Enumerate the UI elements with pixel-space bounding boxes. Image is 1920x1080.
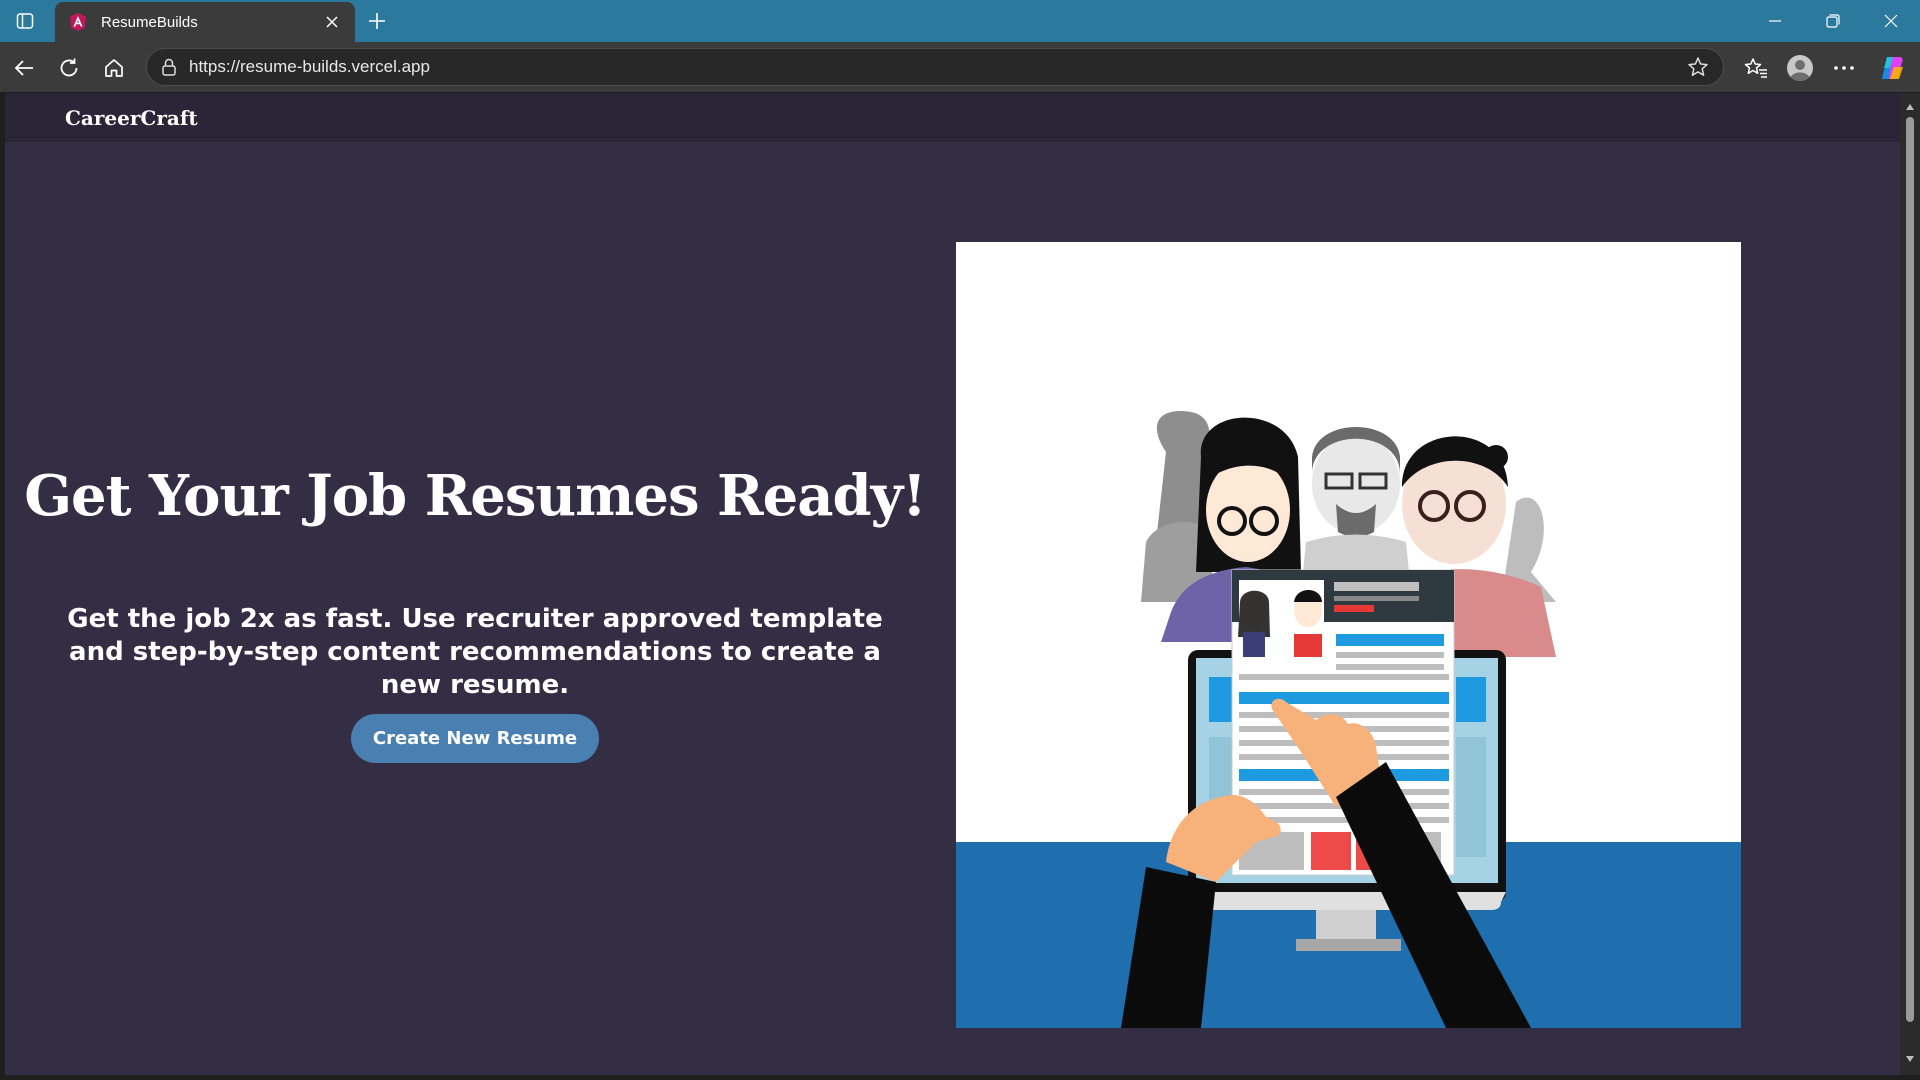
star-icon[interactable] (1685, 54, 1711, 80)
scroll-down-arrow-icon[interactable] (1904, 1053, 1916, 1065)
copilot-button[interactable] (1876, 52, 1908, 84)
close-icon (326, 16, 338, 28)
site-navbar: CareerCraft (5, 93, 1901, 142)
favorites-button[interactable] (1740, 52, 1772, 84)
hero-title: Get Your Job Resumes Ready! (24, 463, 927, 529)
url-text[interactable]: https://resume-builds.vercel.app (189, 57, 1685, 77)
refresh-icon (60, 58, 78, 77)
address-bar[interactable]: https://resume-builds.vercel.app (146, 48, 1724, 86)
page-viewport: CareerCraft Get Your Job Resumes Ready! … (5, 93, 1901, 1075)
back-button[interactable] (8, 52, 40, 84)
browser-toolbar: https://resume-builds.vercel.app (0, 42, 1920, 92)
hero-subtitle: Get the job 2x as fast. Use recruiter ap… (67, 604, 883, 700)
profile-icon (1787, 55, 1813, 82)
close-window-icon (1884, 14, 1898, 28)
profile-button[interactable] (1784, 52, 1816, 84)
scroll-up-arrow-icon[interactable] (1904, 101, 1916, 113)
back-icon (14, 60, 33, 76)
gray-man-figure (1301, 427, 1411, 592)
favorites-icon (1744, 58, 1767, 78)
close-window-button[interactable] (1869, 6, 1913, 36)
browser-tab[interactable]: ResumeBuilds (55, 2, 355, 42)
minimize-icon (1769, 20, 1781, 22)
minimize-button[interactable] (1753, 6, 1797, 36)
plus-icon (369, 13, 385, 29)
browser-titlebar: ResumeBuilds (0, 0, 1920, 42)
copilot-icon (1882, 57, 1903, 79)
tab-actions-icon (16, 13, 34, 29)
restore-button[interactable] (1811, 6, 1855, 36)
brand-logo-text[interactable]: CareerCraft (65, 106, 198, 130)
refresh-button[interactable] (53, 52, 85, 84)
create-new-resume-button[interactable]: Create New Resume (351, 714, 599, 763)
tab-title: ResumeBuilds (101, 13, 198, 31)
more-icon (1834, 66, 1854, 70)
favicon-icon (67, 11, 89, 33)
tab-actions-button[interactable] (12, 9, 38, 33)
restore-icon (1826, 14, 1840, 28)
scroll-thumb[interactable] (1906, 117, 1914, 1022)
home-button[interactable] (98, 52, 130, 84)
tab-close-button[interactable] (321, 11, 343, 33)
new-tab-button[interactable] (364, 8, 390, 34)
hero-illustration (956, 242, 1741, 1028)
lock-icon[interactable] (159, 57, 179, 77)
page-scrollbar[interactable] (1900, 93, 1920, 1075)
home-icon (105, 59, 123, 77)
more-button[interactable] (1828, 52, 1860, 84)
